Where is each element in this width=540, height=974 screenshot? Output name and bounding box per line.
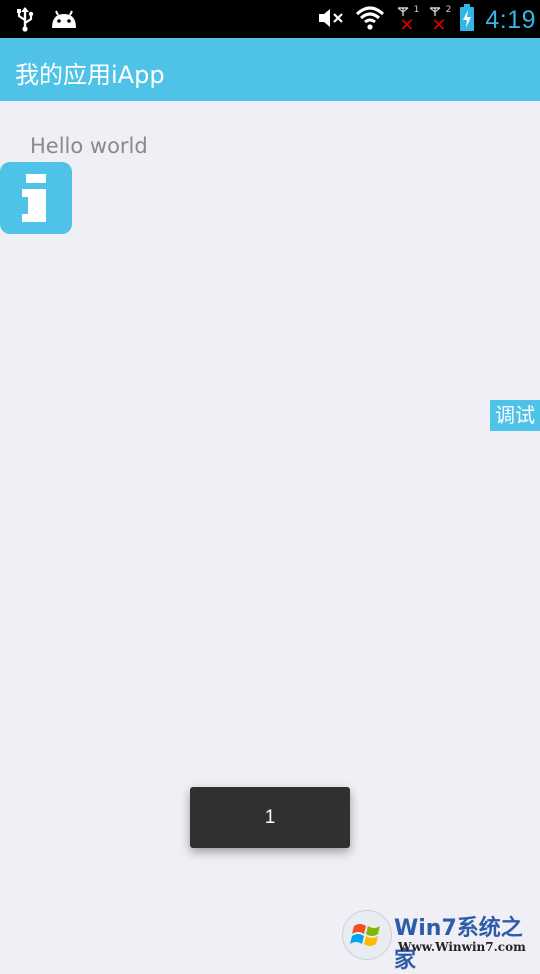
clock: 4:19 <box>485 5 536 34</box>
battery-charging-icon <box>459 4 475 36</box>
toast-message: 1 <box>190 787 350 848</box>
sim1-no-signal-icon: 1 ✕ <box>395 5 420 36</box>
status-bar: 1 ✕ 2 ✕ 4:19 <box>0 0 540 38</box>
status-bar-notifications <box>14 6 78 36</box>
toast-text: 1 <box>264 806 276 828</box>
status-bar-system-icons: 1 ✕ 2 ✕ 4:19 <box>317 4 536 36</box>
app-title: 我的应用iApp <box>15 61 165 89</box>
sim2-label: 2 <box>445 5 452 15</box>
usb-icon <box>14 6 36 36</box>
windows-logo-icon <box>342 910 392 960</box>
watermark-url: Www.Winwin7.com <box>398 940 526 954</box>
no-signal-x-icon: ✕ <box>399 15 415 36</box>
action-bar: 我的应用iApp <box>0 38 540 101</box>
info-i-icon <box>22 174 46 222</box>
mute-icon <box>317 6 345 34</box>
no-signal-x-icon: ✕ <box>431 15 447 36</box>
hello-world-text: Hello world <box>30 134 148 158</box>
debug-button[interactable]: 调试 <box>490 400 540 431</box>
iapp-floating-button[interactable] <box>0 162 72 234</box>
wifi-icon <box>355 5 385 35</box>
watermark: Win7系统之家 Www.Winwin7.com <box>342 908 540 973</box>
sim2-no-signal-icon: 2 ✕ <box>427 5 452 36</box>
sim1-label: 1 <box>413 5 420 15</box>
android-icon <box>50 8 78 34</box>
